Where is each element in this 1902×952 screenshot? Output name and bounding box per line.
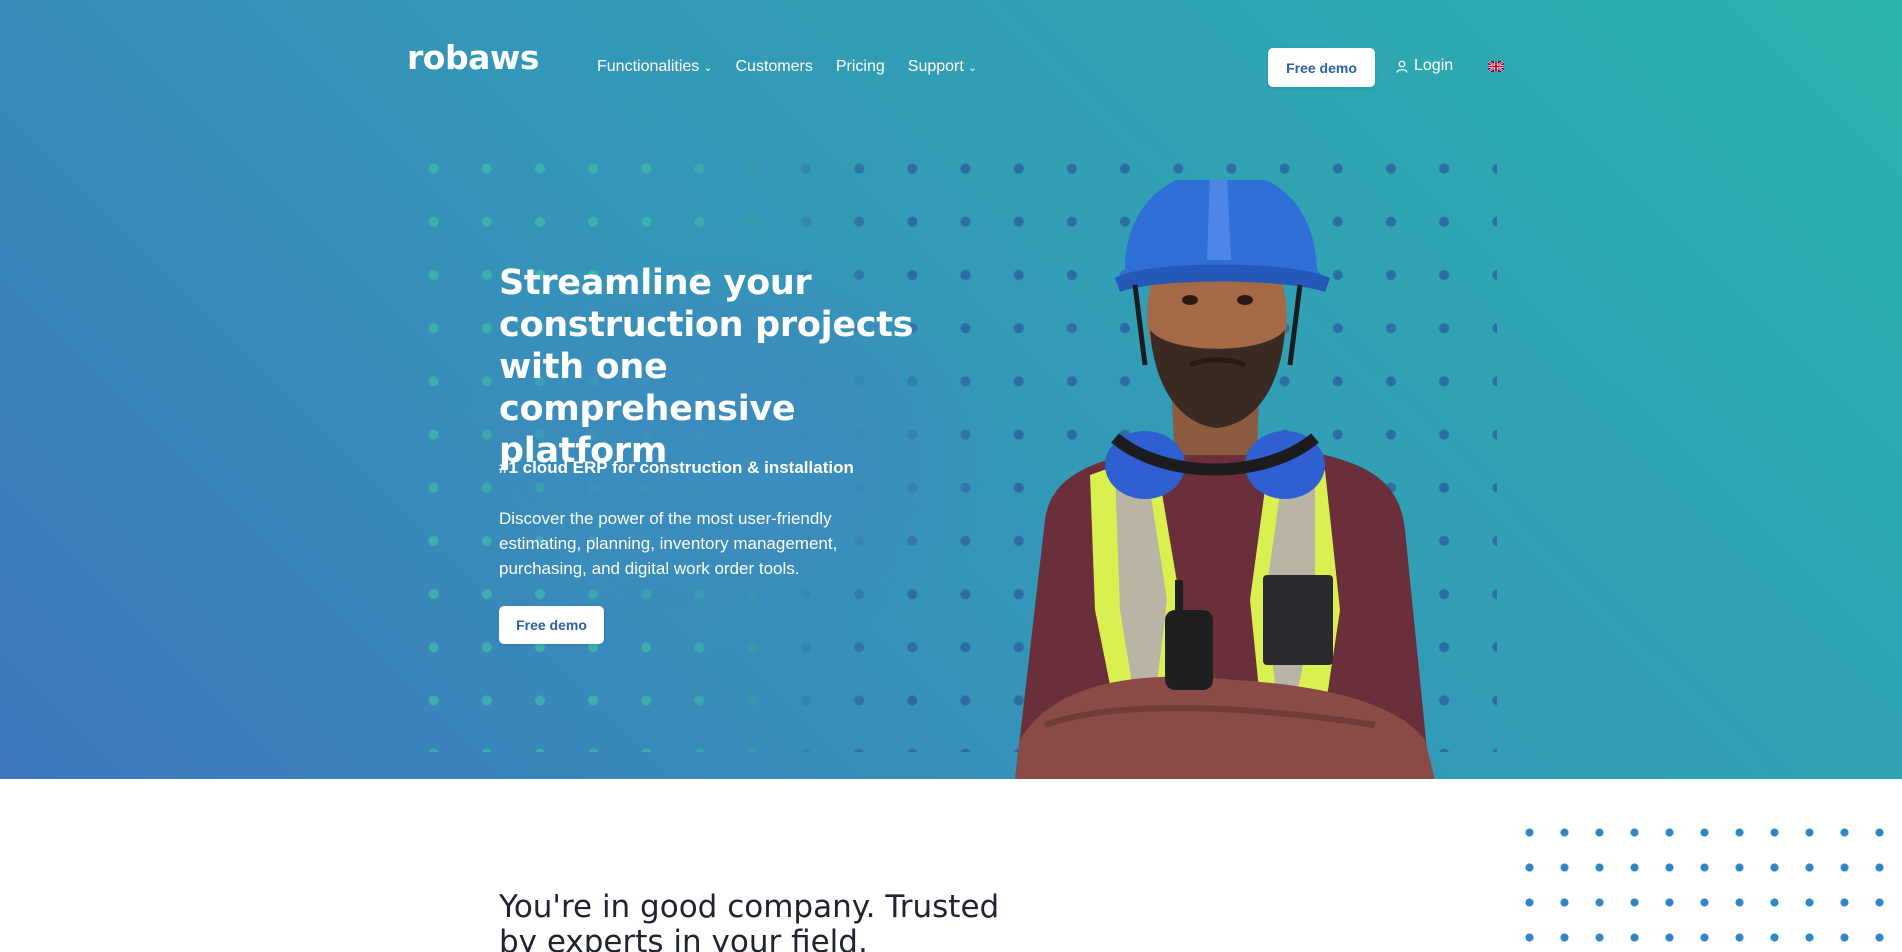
nav-item-label: Support	[907, 58, 964, 75]
hero-section: robaws Functionalities ⌄ Customers Prici…	[0, 0, 1902, 779]
chevron-down-icon: ⌄	[703, 62, 713, 74]
nav-item-functionalities[interactable]: Functionalities ⌄	[597, 56, 713, 78]
section-dot-pattern	[1512, 815, 1902, 952]
nav-item-customers[interactable]: Customers	[736, 56, 813, 78]
uk-flag-icon[interactable]	[1488, 61, 1504, 72]
login-label: Login	[1414, 57, 1454, 74]
hero-free-demo-button[interactable]: Free demo	[499, 606, 604, 644]
nav-item-label: Customers	[735, 58, 813, 75]
nav-item-label: Pricing	[835, 58, 885, 75]
robaws-logo[interactable]: robaws	[407, 38, 539, 77]
construction-worker-image	[1015, 180, 1435, 779]
hero-subheadline: #1 cloud ERP for construction & installa…	[499, 458, 854, 477]
nav-item-pricing[interactable]: Pricing	[836, 56, 885, 78]
nav-item-label: Functionalities	[597, 58, 700, 75]
user-icon	[1396, 60, 1408, 73]
social-proof-heading: You're in good company. Trusted by exper…	[499, 889, 1000, 952]
main-menu: Functionalities ⌄ Customers Pricing Supp…	[597, 56, 1000, 78]
free-demo-button[interactable]: Free demo	[1268, 48, 1375, 87]
login-link[interactable]: Login	[1396, 56, 1453, 76]
top-navigation: robaws Functionalities ⌄ Customers Prici…	[0, 0, 1902, 135]
chevron-down-icon: ⌄	[967, 62, 978, 74]
hero-description: Discover the power of the most user-frie…	[499, 509, 838, 578]
nav-item-support[interactable]: Support ⌄	[908, 56, 977, 78]
hero-headline: Streamline your construction projects wi…	[499, 263, 914, 471]
